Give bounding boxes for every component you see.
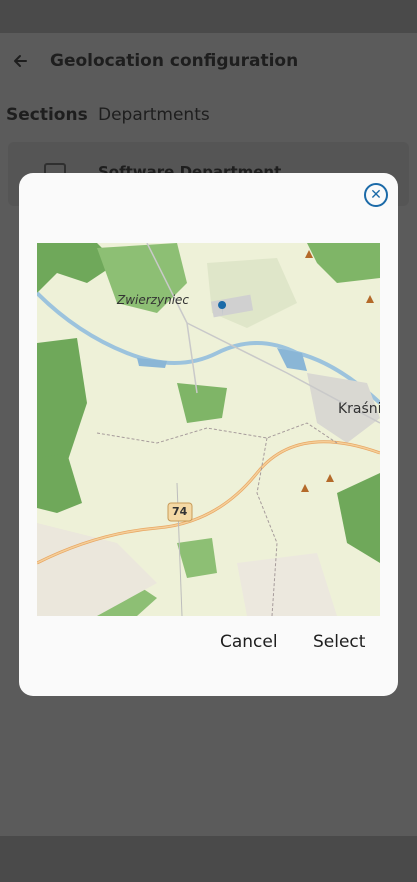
tab-departments[interactable]: Departments bbox=[98, 105, 210, 125]
status-bar bbox=[0, 0, 417, 33]
page-title: Geolocation configuration bbox=[50, 51, 299, 71]
cancel-button[interactable]: Cancel bbox=[220, 632, 278, 652]
select-button[interactable]: Select bbox=[313, 632, 365, 652]
map-road-number: 74 bbox=[172, 505, 188, 518]
back-arrow-icon[interactable] bbox=[10, 51, 30, 71]
map-label-city: Kraśnik bbox=[338, 401, 380, 417]
map-view[interactable]: Zwierzyniec Kraśnik 74 bbox=[37, 243, 380, 616]
map-label-town: Zwierzyniec bbox=[117, 293, 190, 307]
map-canvas[interactable] bbox=[37, 243, 380, 616]
tab-sections[interactable]: Sections bbox=[6, 105, 88, 125]
close-icon[interactable]: ✕ bbox=[364, 183, 388, 207]
navigation-bar bbox=[0, 836, 417, 882]
